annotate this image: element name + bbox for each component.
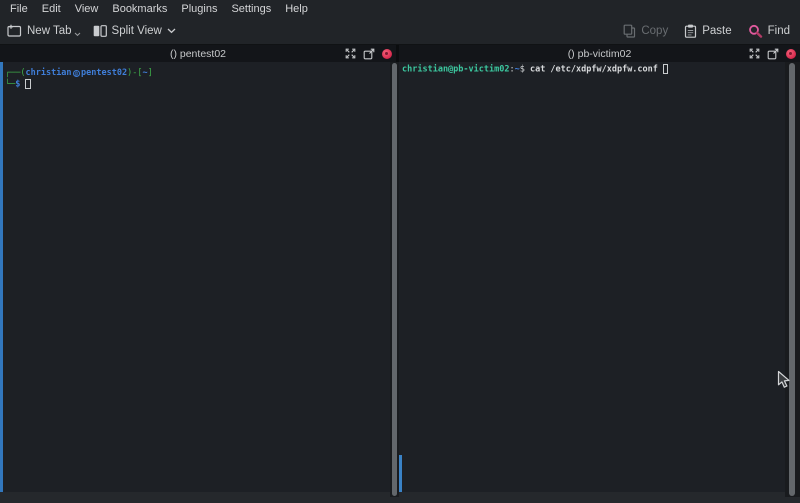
command-text: cat /etc/xdpfw/xdpfw.conf [525, 65, 658, 75]
new-tab-dropdown-icon[interactable] [74, 28, 81, 40]
scrolled-lines-indicator-left [0, 62, 3, 492]
scrollbar-track-left-pane[interactable] [390, 62, 399, 497]
menu-settings[interactable]: Settings [224, 0, 278, 17]
prompt-line-2: └─$ [5, 79, 390, 91]
prompt-line: christian@pb-victim02:~$ cat /etc/xdpfw/… [402, 64, 785, 76]
toolbar: New Tab Split View Copy [0, 17, 800, 45]
chevron-down-icon [167, 28, 176, 34]
copy-button[interactable]: Copy [623, 24, 668, 38]
copy-label: Copy [641, 25, 668, 37]
maximize-pane-icon[interactable] [749, 48, 760, 59]
scrolled-lines-indicator-right [399, 455, 402, 492]
terminal-cursor [25, 79, 31, 89]
close-pane-button[interactable] [382, 49, 392, 59]
find-label: Find [768, 25, 790, 37]
maximize-pane-icon[interactable] [345, 48, 356, 59]
menu-edit[interactable]: Edit [35, 0, 68, 17]
detach-pane-icon[interactable] [363, 48, 375, 60]
terminal-area: ┌──(christian@pentest02)-[~] └─$ christi… [0, 62, 800, 492]
mouse-cursor [777, 370, 791, 394]
pane-title-pentest02: () pentest02 [0, 45, 396, 62]
new-tab-button[interactable]: New Tab [7, 24, 81, 37]
paste-icon [684, 24, 697, 38]
terminal-pb-victim02[interactable]: christian@pb-victim02:~$ cat /etc/xdpfw/… [399, 62, 785, 492]
pane-header-pentest02: () pentest02 [0, 45, 396, 62]
menu-view[interactable]: View [68, 0, 106, 17]
window-bottom-strip [0, 492, 800, 503]
scrollbar-thumb[interactable] [789, 63, 795, 496]
menu-file[interactable]: File [3, 0, 35, 17]
terminal-cursor [663, 64, 669, 74]
copy-icon [623, 24, 636, 38]
detach-pane-icon[interactable] [767, 48, 779, 60]
close-pane-button[interactable] [786, 49, 796, 59]
menu-help[interactable]: Help [278, 0, 315, 17]
new-tab-icon [7, 24, 22, 37]
pane-header-row: () pentest02 () pb-victim02 [0, 45, 800, 62]
menu-bookmarks[interactable]: Bookmarks [105, 0, 174, 17]
scrollbar-track-right-pane[interactable] [785, 62, 800, 497]
circled-at-glyph: @ [73, 70, 81, 78]
menu-plugins[interactable]: Plugins [174, 0, 224, 17]
find-button[interactable]: Find [748, 24, 790, 38]
pane-header-pb-victim02: () pb-victim02 [399, 45, 800, 62]
paste-label: Paste [702, 25, 731, 37]
menu-bar: File Edit View Bookmarks Plugins Setting… [0, 0, 800, 17]
split-view-button[interactable]: Split View [93, 25, 176, 37]
prompt-line-1: ┌──(christian@pentest02)-[~] [5, 68, 390, 79]
find-icon [748, 24, 763, 38]
split-view-icon [93, 25, 107, 37]
new-tab-label: New Tab [27, 25, 72, 37]
toolbar-right-group: Copy Paste Find [623, 24, 790, 38]
terminal-pentest02[interactable]: ┌──(christian@pentest02)-[~] └─$ [0, 62, 390, 492]
scrollbar-thumb[interactable] [392, 63, 397, 496]
pane-title-pb-victim02: () pb-victim02 [399, 45, 800, 62]
paste-button[interactable]: Paste [684, 24, 731, 38]
split-view-label: Split View [112, 25, 162, 37]
